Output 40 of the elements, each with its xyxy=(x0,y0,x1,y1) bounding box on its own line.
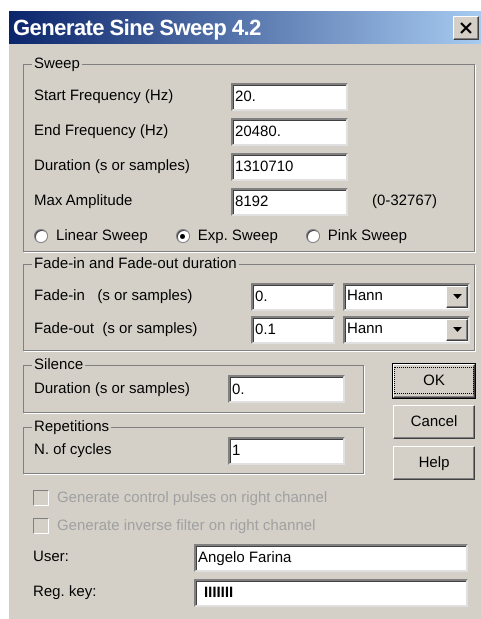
field-label: Start Frequency (Hz) xyxy=(34,86,174,106)
field-label: User: xyxy=(33,547,70,568)
window-title: Generate Sine Sweep 4.2 xyxy=(13,14,261,42)
field-label: Duration (s or samples) xyxy=(34,378,191,399)
text-field[interactable]: Angelo Farina xyxy=(194,544,468,572)
field-label: Fade-in (s or samples) xyxy=(34,286,194,306)
text-field[interactable]: IIIIIII xyxy=(194,578,468,606)
text-field[interactable]: 20480. xyxy=(231,118,348,146)
text-field[interactable]: 0.1 xyxy=(251,316,335,344)
caret-icon xyxy=(452,327,462,332)
text-field[interactable]: 20. xyxy=(231,82,348,110)
text-field[interactable]: 0. xyxy=(251,282,335,310)
range-hint: (0-32767) xyxy=(372,191,438,212)
field-label: Reg. key: xyxy=(33,582,98,602)
close-button[interactable] xyxy=(453,16,479,40)
caret-icon xyxy=(452,294,462,299)
field-label: Duration (s or samples) xyxy=(34,156,191,176)
field-label: Max Amplitude xyxy=(34,191,134,212)
dropdown-button[interactable] xyxy=(446,286,468,308)
field-label: N. of cycles xyxy=(34,440,113,460)
dialog-button[interactable]: OK xyxy=(393,364,475,398)
text-field[interactable]: 0. xyxy=(228,375,345,403)
text-field[interactable]: 1 xyxy=(228,436,345,464)
close-icon xyxy=(459,20,473,34)
field-label: End Frequency (Hz) xyxy=(34,121,170,142)
field-label: Fade-out (s or samples) xyxy=(34,319,198,340)
dropdown[interactable]: Hann xyxy=(343,282,470,310)
radio-button[interactable] xyxy=(34,229,48,243)
dropdown[interactable]: Hann xyxy=(343,316,470,344)
group-title: Repetitions xyxy=(32,417,112,437)
radio-option[interactable]: Pink Sweep xyxy=(306,224,407,248)
radio-option[interactable]: Linear Sweep xyxy=(34,224,148,248)
radio-option[interactable]: Exp. Sweep xyxy=(176,224,278,248)
dropdown-button[interactable] xyxy=(446,318,468,340)
text-field[interactable]: 1310710 xyxy=(231,152,348,180)
text-field[interactable]: 8192 xyxy=(231,188,348,216)
dialog-button[interactable]: Help xyxy=(393,446,475,480)
radio-button[interactable] xyxy=(306,229,320,243)
dialog-button[interactable]: Cancel xyxy=(393,405,475,439)
radio-button[interactable] xyxy=(176,229,190,243)
